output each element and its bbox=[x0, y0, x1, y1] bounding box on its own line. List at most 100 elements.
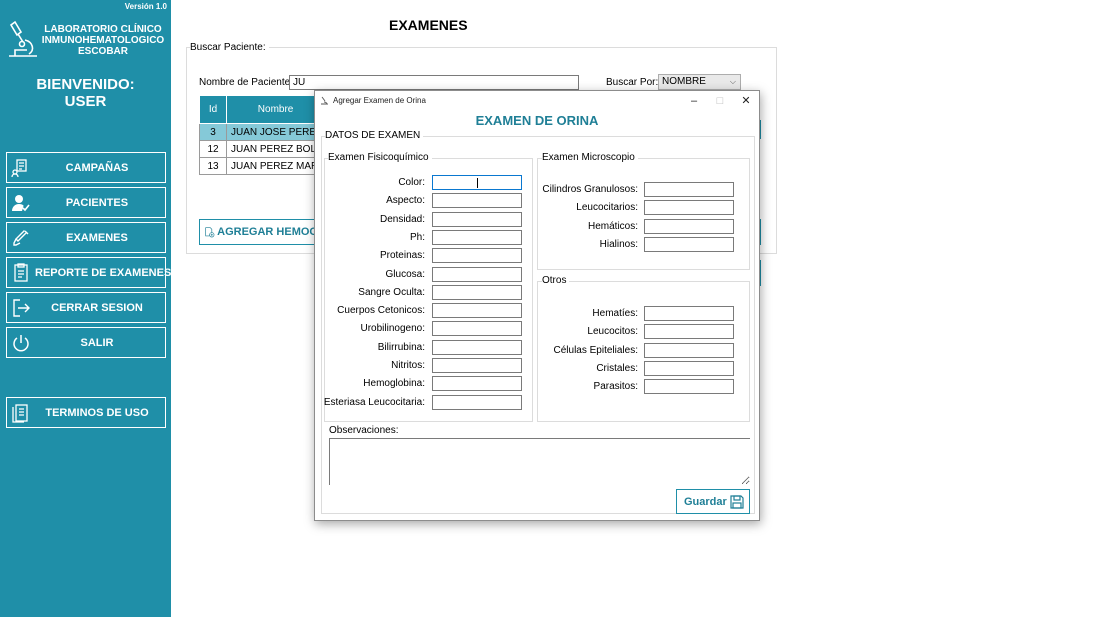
search-by-value: NOMBRE bbox=[662, 76, 706, 87]
welcome-text: BIENVENIDO: USER bbox=[0, 76, 171, 110]
table-row[interactable]: 13 JUAN PEREZ MART bbox=[199, 157, 326, 175]
text-cursor bbox=[477, 178, 478, 188]
search-by-select[interactable]: NOMBRE ⌵ bbox=[658, 74, 741, 90]
others-field-input[interactable] bbox=[644, 360, 734, 376]
table-header-row: Id Nombre bbox=[199, 95, 326, 124]
column-header-id: Id bbox=[199, 95, 227, 124]
version-label: Versión 1.0 bbox=[124, 2, 167, 11]
save-button[interactable]: Guardar bbox=[676, 489, 750, 514]
cell-name: JUAN PEREZ MART bbox=[225, 157, 326, 175]
others-field-label: Cristales: bbox=[596, 362, 638, 374]
search-patient-legend: Buscar Paciente: bbox=[190, 42, 269, 53]
physicochemical-field-label: Cuerpos Cetonicos: bbox=[337, 305, 425, 317]
nav-pacientes-button[interactable]: PACIENTES bbox=[6, 187, 166, 218]
nav-label: EXAMENES bbox=[66, 231, 128, 244]
physicochemical-field-input[interactable] bbox=[432, 175, 522, 190]
physicochemical-field-label: Esteriasa Leucocitaria: bbox=[323, 396, 425, 408]
microscopic-field-label: Hialinos: bbox=[599, 238, 638, 250]
microscopic-field-input[interactable] bbox=[644, 200, 734, 216]
welcome-label: BIENVENIDO: bbox=[36, 76, 135, 93]
physicochemical-field-label: Densidad: bbox=[379, 213, 425, 225]
floppy-disk-icon bbox=[730, 494, 744, 509]
microscopic-field-label: Hemáticos: bbox=[587, 220, 638, 232]
logout-icon bbox=[7, 293, 35, 322]
nav-salir-button[interactable]: SALIR bbox=[6, 327, 166, 358]
nav-label: SALIR bbox=[80, 336, 114, 349]
physicochemical-field-label: Nitritos: bbox=[391, 360, 425, 371]
others-field-input[interactable] bbox=[644, 306, 734, 321]
physicochemical-field-input[interactable] bbox=[432, 266, 522, 282]
nav-label: CERRAR SESION bbox=[51, 301, 143, 314]
nav-examenes-button[interactable]: EXAMENES bbox=[6, 222, 166, 253]
maximize-button[interactable]: □ bbox=[709, 93, 731, 109]
physicochemical-field-input[interactable] bbox=[432, 284, 522, 300]
physicochemical-field-label: Glucosa: bbox=[385, 268, 425, 280]
physicochemical-field-input[interactable] bbox=[432, 193, 522, 209]
nav-cerrar-sesion-button[interactable]: CERRAR SESION bbox=[6, 292, 166, 323]
physicochemical-field-input[interactable] bbox=[432, 339, 522, 355]
others-field-label: Parasitos: bbox=[593, 381, 638, 393]
power-icon bbox=[7, 328, 35, 357]
physicochemical-field-input[interactable] bbox=[432, 211, 522, 227]
others-field-label: Células Epiteliales: bbox=[553, 344, 639, 356]
table-row[interactable]: 12 JUAN PEREZ BOLA bbox=[199, 140, 326, 158]
dialog-titlebar: Agregar Examen de Orina – □ ✕ bbox=[315, 91, 759, 111]
nav-label: TERMINOS DE USO bbox=[45, 406, 149, 419]
dialog-heading: EXAMEN DE ORINA bbox=[475, 113, 599, 128]
nav-campanas-button[interactable]: CAMPAÑAS bbox=[6, 152, 166, 183]
others-field-input[interactable] bbox=[644, 379, 734, 395]
cell-id: 3 bbox=[199, 123, 227, 141]
urine-exam-dialog: Agregar Examen de Orina – □ ✕ EXAMEN DE … bbox=[314, 90, 760, 521]
column-header-nombre: Nombre bbox=[225, 95, 326, 124]
physicochemical-field-label: Bilirrubina: bbox=[377, 341, 425, 353]
physicochemical-field-label: Color: bbox=[398, 177, 425, 188]
chevron-down-icon: ⌵ bbox=[729, 77, 736, 86]
microscopic-field-input[interactable] bbox=[644, 218, 734, 234]
nav-label: REPORTE DE EXAMENES bbox=[35, 266, 172, 279]
physicochemical-field-label: Proteinas: bbox=[379, 250, 425, 262]
dialog-title: Agregar Examen de Orina bbox=[333, 96, 426, 105]
exam-data-legend: DATOS DE EXAMEN bbox=[325, 130, 424, 141]
add-document-icon bbox=[205, 227, 215, 238]
physicochemical-legend: Examen Fisicoquímico bbox=[328, 152, 432, 163]
microscopic-field-label: Leucocitarios: bbox=[576, 202, 638, 214]
nav-label: CAMPAÑAS bbox=[65, 161, 129, 174]
close-button[interactable]: ✕ bbox=[735, 93, 757, 109]
cell-id: 13 bbox=[199, 157, 227, 175]
microscopic-field-input[interactable] bbox=[644, 182, 734, 197]
others-field-input[interactable] bbox=[644, 324, 734, 340]
add-hemogram-label: AGREGAR HEMOG bbox=[217, 226, 318, 238]
patients-table: Id Nombre 3 JUAN JOSE PEREZ 12 JUAN PERE… bbox=[199, 95, 326, 175]
patient-name-input[interactable] bbox=[289, 75, 579, 90]
nav-reporte-examenes-button[interactable]: REPORTE DE EXAMENES bbox=[6, 257, 171, 288]
physicochemical-field-label: Hemoglobina: bbox=[363, 378, 425, 390]
observations-textarea[interactable] bbox=[329, 438, 750, 485]
physicochemical-field-input[interactable] bbox=[432, 321, 522, 337]
lab-name-line-1: LABORATORIO CLÍNICO bbox=[44, 24, 162, 35]
cell-name: JUAN JOSE PEREZ bbox=[225, 123, 326, 141]
report-icon bbox=[7, 258, 35, 287]
page-title: EXAMENES bbox=[389, 17, 468, 33]
others-field-input[interactable] bbox=[644, 342, 734, 358]
observations-label: Observaciones: bbox=[329, 425, 399, 436]
add-hemogram-button[interactable]: AGREGAR HEMOG bbox=[199, 219, 319, 245]
minimize-button[interactable]: – bbox=[683, 93, 705, 109]
physicochemical-field-input[interactable] bbox=[432, 229, 522, 245]
physicochemical-field-input[interactable] bbox=[432, 376, 522, 392]
cell-name: JUAN PEREZ BOLA bbox=[225, 140, 326, 158]
document-icon bbox=[7, 398, 35, 427]
microscope-logo-icon bbox=[9, 20, 37, 57]
others-field-label: Hematíes: bbox=[592, 308, 638, 319]
physicochemical-field-input[interactable] bbox=[432, 303, 522, 319]
campaign-icon bbox=[7, 153, 35, 182]
table-row[interactable]: 3 JUAN JOSE PEREZ bbox=[199, 123, 326, 141]
physicochemical-field-input[interactable] bbox=[432, 394, 522, 410]
physicochemical-field-input[interactable] bbox=[432, 248, 522, 264]
microscopic-field-input[interactable] bbox=[644, 236, 734, 252]
username-label: USER bbox=[64, 93, 107, 110]
physicochemical-field-input[interactable] bbox=[432, 358, 522, 373]
syringe-icon bbox=[7, 223, 35, 252]
patient-icon bbox=[7, 188, 35, 217]
save-label: Guardar bbox=[684, 495, 727, 508]
nav-terminos-uso-button[interactable]: TERMINOS DE USO bbox=[6, 397, 166, 428]
